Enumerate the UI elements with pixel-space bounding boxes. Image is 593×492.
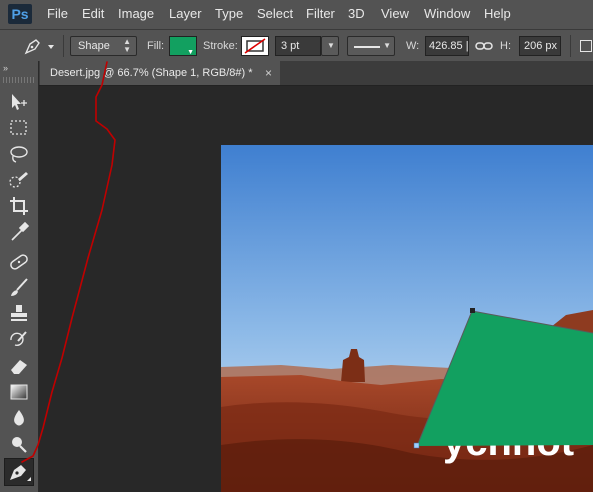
tool-mode-value: Shape bbox=[78, 40, 110, 52]
menu-filter[interactable]: Filter bbox=[306, 6, 335, 21]
close-icon[interactable]: × bbox=[265, 61, 272, 85]
healing-brush-tool-icon[interactable] bbox=[6, 251, 32, 273]
brush-tool-icon[interactable] bbox=[6, 277, 32, 299]
eraser-tool-icon[interactable] bbox=[6, 355, 32, 377]
fill-label: Fill: bbox=[147, 40, 165, 52]
width-value: 426.85 | bbox=[429, 40, 469, 52]
height-value: 206 px bbox=[524, 40, 558, 52]
options-bar: Shape ▲ ▼ Fill: ▼ Stroke: 3 pt ▼ ▼ W: 426… bbox=[0, 29, 593, 62]
desert-image: ychhot bbox=[221, 145, 593, 492]
desert-photo[interactable]: ychhot bbox=[221, 145, 593, 492]
chevron-down-icon: ▼ bbox=[187, 49, 194, 56]
menu-view[interactable]: View bbox=[381, 6, 409, 21]
stroke-type-select[interactable]: ▼ bbox=[347, 36, 395, 56]
separator bbox=[570, 35, 571, 57]
stroke-label: Stroke: bbox=[203, 40, 238, 52]
stroke-width-value: 3 pt bbox=[281, 40, 300, 52]
photoshop-logo: Ps bbox=[8, 4, 32, 24]
width-label: W: bbox=[406, 40, 420, 52]
chevron-down-icon: ▼ bbox=[383, 41, 391, 50]
anchor-point[interactable] bbox=[470, 308, 475, 313]
eyedropper-tool-icon[interactable] bbox=[6, 221, 32, 243]
chevron-down-icon: ▼ bbox=[327, 41, 335, 50]
menu-layer[interactable]: Layer bbox=[169, 6, 202, 21]
menu-window[interactable]: Window bbox=[424, 6, 470, 21]
lasso-tool-icon[interactable] bbox=[6, 143, 32, 165]
toolbox: » bbox=[0, 61, 39, 492]
toolbox-collapse-icon[interactable]: » bbox=[3, 63, 8, 73]
separator bbox=[63, 35, 64, 57]
height-label: H: bbox=[500, 40, 511, 52]
stroke-line-icon bbox=[354, 46, 380, 48]
blur-tool-icon[interactable] bbox=[6, 407, 32, 429]
document-tab-title: Desert.jpg @ 66.7% (Shape 1, RGB/8#) * bbox=[50, 67, 253, 79]
no-stroke-icon bbox=[244, 38, 266, 54]
menu-type[interactable]: Type bbox=[215, 6, 243, 21]
tool-mode-select[interactable]: Shape ▲ ▼ bbox=[70, 36, 137, 56]
menu-help[interactable]: Help bbox=[484, 6, 511, 21]
menu-select[interactable]: Select bbox=[257, 6, 293, 21]
document-tab-bar: Desert.jpg @ 66.7% (Shape 1, RGB/8#) * × bbox=[0, 61, 593, 86]
history-brush-tool-icon[interactable] bbox=[6, 329, 32, 351]
clone-stamp-tool-icon[interactable] bbox=[6, 303, 32, 325]
stroke-width-dropdown[interactable]: ▼ bbox=[321, 36, 339, 56]
pen-tool-icon[interactable] bbox=[4, 458, 34, 486]
height-field[interactable]: 206 px bbox=[519, 36, 561, 56]
menu-3d[interactable]: 3D bbox=[348, 6, 365, 21]
dodge-tool-icon[interactable] bbox=[6, 433, 32, 455]
anchor-point[interactable] bbox=[413, 442, 420, 449]
menu-bar: Ps File Edit Image Layer Type Select Fil… bbox=[0, 0, 593, 29]
document-tab[interactable]: Desert.jpg @ 66.7% (Shape 1, RGB/8#) * × bbox=[40, 61, 280, 85]
quick-selection-tool-icon[interactable] bbox=[6, 169, 32, 191]
chevron-updown-icon: ▲ ▼ bbox=[123, 37, 131, 54]
toolbox-grip[interactable] bbox=[3, 77, 35, 83]
marquee-tool-icon[interactable] bbox=[6, 117, 32, 139]
path-operations-icon[interactable] bbox=[580, 40, 592, 52]
move-tool-icon[interactable] bbox=[6, 91, 32, 113]
fill-swatch[interactable]: ▼ bbox=[169, 36, 197, 56]
tool-preset-picker[interactable] bbox=[20, 35, 58, 57]
width-field[interactable]: 426.85 | bbox=[425, 36, 469, 56]
stroke-swatch[interactable] bbox=[241, 36, 269, 56]
gradient-tool-icon[interactable] bbox=[6, 381, 32, 403]
menu-image[interactable]: Image bbox=[118, 6, 154, 21]
link-icon[interactable] bbox=[475, 38, 493, 54]
menu-file[interactable]: File bbox=[47, 6, 68, 21]
stroke-width-field[interactable]: 3 pt bbox=[275, 36, 321, 56]
crop-tool-icon[interactable] bbox=[6, 195, 32, 217]
pen-icon bbox=[24, 39, 54, 55]
menu-edit[interactable]: Edit bbox=[82, 6, 104, 21]
